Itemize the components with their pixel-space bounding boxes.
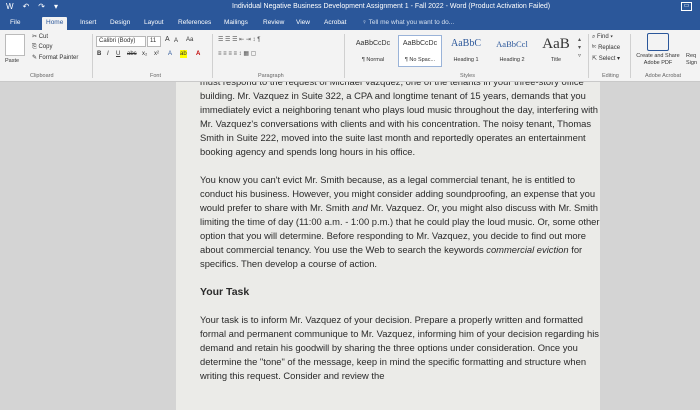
tab-review[interactable]: Review xyxy=(259,17,288,30)
tell-me-box[interactable]: ♀ Tell me what you want to do... xyxy=(362,19,454,26)
highlight-button[interactable]: ab xyxy=(180,50,187,58)
paragraph-group-label: Paragraph xyxy=(258,73,284,79)
emphasis: and xyxy=(352,202,368,213)
style-normal[interactable]: AaBbCcDc ¶ Normal xyxy=(350,35,396,67)
underline-button[interactable]: U xyxy=(116,50,120,58)
editing-group-label: Editing xyxy=(602,73,619,79)
style-name: Title xyxy=(550,57,562,63)
superscript-button[interactable]: x² xyxy=(154,50,159,58)
text-effects-button[interactable]: A xyxy=(168,50,172,58)
paragraph: You know you can't evict Mr. Smith becau… xyxy=(200,174,600,269)
redo-icon[interactable]: ↷ xyxy=(38,2,45,12)
tab-references[interactable]: References xyxy=(174,17,215,30)
word-logo-icon: W xyxy=(6,2,14,11)
styles-group-label: Styles xyxy=(460,73,475,79)
shrink-font-button[interactable]: A xyxy=(174,37,178,45)
grow-font-button[interactable]: A xyxy=(165,36,170,44)
tab-file[interactable]: File xyxy=(6,17,24,30)
strikethrough-button[interactable]: abc xyxy=(127,50,137,58)
create-pdf-icon[interactable] xyxy=(647,33,669,51)
separator xyxy=(344,34,345,78)
lightbulb-icon: ♀ xyxy=(362,19,369,26)
find-button[interactable]: ⌕ Find ▾ xyxy=(592,33,613,41)
tab-mailings[interactable]: Mailings xyxy=(220,17,252,30)
window-title: Individual Negative Business Development… xyxy=(232,3,551,10)
style-name: Heading 1 xyxy=(453,57,479,63)
document-page[interactable]: must respond to the request of Michael V… xyxy=(176,82,600,410)
style-sample: AaBbC xyxy=(451,38,481,49)
clipboard-group-label: Clipboard xyxy=(30,73,54,79)
style-sample: AaBbCcDc xyxy=(402,40,438,47)
paste-button[interactable]: Paste xyxy=(5,57,19,65)
paragraph: must respond to the request of Michael V… xyxy=(200,82,598,157)
copy-button[interactable]: ⎘ Copy xyxy=(32,43,52,51)
replace-button[interactable]: ᵇᶜ Replace xyxy=(592,44,620,52)
select-icon: ⇱ xyxy=(592,56,599,62)
undo-icon[interactable]: ↶ xyxy=(23,2,30,12)
style-sample: AaB xyxy=(542,36,570,52)
tab-view[interactable]: View xyxy=(292,17,314,30)
italic-button[interactable]: I xyxy=(107,50,109,58)
style-title[interactable]: AaB Title xyxy=(536,35,576,67)
styles-scroll-icon[interactable]: ▴ ▾ ▿ xyxy=(578,36,581,60)
section-heading: Your Task xyxy=(200,286,250,298)
acrobat-group-label: Adobe Acrobat xyxy=(645,73,682,79)
style-name: ¶ No Spac... xyxy=(404,57,436,63)
style-name: ¶ Normal xyxy=(361,57,385,63)
style-name: Heading 2 xyxy=(499,57,525,63)
style-heading-2[interactable]: AaBbCcl Heading 2 xyxy=(490,35,534,67)
separator xyxy=(92,34,93,78)
brush-icon: ✎ xyxy=(32,55,39,61)
customize-qat-icon[interactable]: ▾ xyxy=(54,2,58,12)
format-painter-button[interactable]: ✎ Format Painter xyxy=(32,54,78,62)
scissors-icon: ✂ xyxy=(32,34,39,40)
style-sample: AaBbCcl xyxy=(496,39,528,49)
title-bar: W ↶ ↷ ▾ Individual Negative Business Dev… xyxy=(0,0,700,15)
font-group-label: Font xyxy=(150,73,162,79)
style-heading-1[interactable]: AaBbC Heading 1 xyxy=(444,35,488,67)
separator xyxy=(630,34,631,78)
paragraph: Your task is to inform Mr. Vazquez of yo… xyxy=(200,314,599,381)
font-name-select[interactable]: Calibri (Body) xyxy=(96,36,146,47)
ribbon-display-options-icon[interactable]: ▭ xyxy=(681,2,692,11)
emphasis: commercial eviction xyxy=(486,244,569,255)
document-area: must respond to the request of Michael V… xyxy=(0,82,700,410)
ribbon-tabs: File Home Insert Design Layout Reference… xyxy=(0,15,700,30)
font-color-button[interactable]: A xyxy=(196,50,200,58)
document-body[interactable]: must respond to the request of Michael V… xyxy=(200,82,600,397)
paste-icon[interactable] xyxy=(5,34,25,56)
style-sample: AaBbCcDc xyxy=(355,40,391,47)
separator xyxy=(212,34,213,78)
tab-acrobat[interactable]: Acrobat xyxy=(320,17,350,30)
separator xyxy=(588,34,589,78)
create-share-pdf-button[interactable]: Create and Share Adobe PDF xyxy=(632,53,684,67)
align-icon[interactable]: ≡ ≡ ≡ ≡ ↕ ▦ ▢ xyxy=(218,50,256,58)
tab-design[interactable]: Design xyxy=(106,17,134,30)
tab-layout[interactable]: Layout xyxy=(140,17,168,30)
select-button[interactable]: ⇱ Select ▾ xyxy=(592,55,620,63)
change-case-button[interactable]: Aa xyxy=(186,36,193,44)
subscript-button[interactable]: x₂ xyxy=(142,50,147,58)
ribbon-home: Paste ✂ Cut ⎘ Copy ✎ Format Painter Clip… xyxy=(0,30,700,82)
bullets-icon[interactable]: ☰ ☰ ☰ ⇤ ⇥ ↕ ¶ xyxy=(218,36,260,44)
tab-insert[interactable]: Insert xyxy=(76,17,100,30)
quick-access-toolbar: W ↶ ↷ ▾ xyxy=(6,2,58,12)
tab-home[interactable]: Home xyxy=(42,17,68,30)
cut-button[interactable]: ✂ Cut xyxy=(32,33,48,41)
bold-button[interactable]: B xyxy=(97,50,101,58)
style-no-spacing[interactable]: AaBbCcDc ¶ No Spac... xyxy=(398,35,442,67)
request-signatures-button[interactable]: Req Sign xyxy=(686,53,700,67)
font-size-select[interactable]: 11 xyxy=(147,36,161,47)
